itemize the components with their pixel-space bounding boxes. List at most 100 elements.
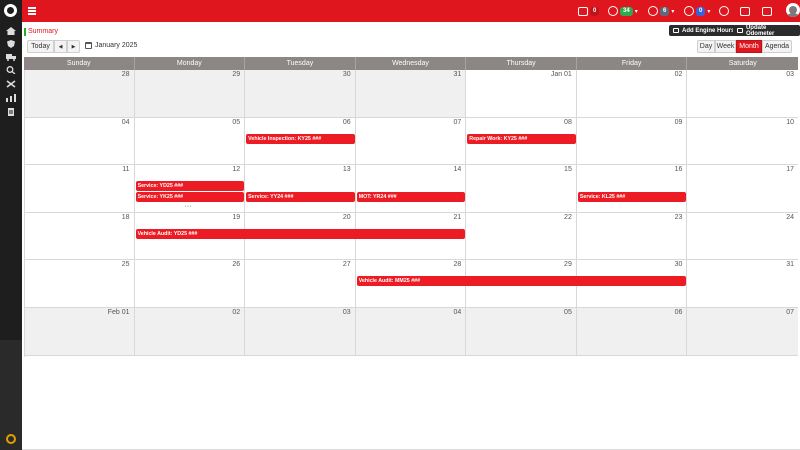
document-icon[interactable] [6,108,16,116]
topbar-messages[interactable]: 34 ▾ [608,5,638,17]
day-cell[interactable]: 06 [576,307,688,355]
shield-icon[interactable] [6,40,16,48]
day-cell[interactable]: 26 [135,260,246,307]
app-logo[interactable] [4,4,17,17]
calendar-event[interactable]: Vehicle Audit: MM25 ### [356,276,687,287]
topbar-help[interactable]: 0 ▾ [684,5,710,17]
show-more-events-link[interactable]: ··· [185,203,192,210]
day-number[interactable]: 02 [232,309,240,316]
calendar-event[interactable]: Vehicle Inspection: KY25 ### [246,133,355,144]
day-number[interactable]: 08 [564,119,572,126]
search-icon[interactable] [6,66,16,74]
day-number[interactable]: Feb 01 [108,309,130,316]
day-cell[interactable]: 09 [577,117,688,165]
day-cell[interactable]: 05 [466,307,577,355]
day-cell[interactable]: 10 [687,118,798,165]
day-number[interactable]: 17 [786,166,794,173]
day-number[interactable]: 19 [232,214,240,221]
day-cell[interactable]: 23 [577,212,688,260]
view-day-button[interactable]: Day [697,40,715,53]
day-number[interactable]: 13 [343,166,351,173]
day-number[interactable]: 23 [675,214,683,221]
day-number[interactable]: Jan 01 [551,71,572,78]
day-cell[interactable]: Feb 01 [24,307,135,355]
day-number[interactable]: 09 [675,119,683,126]
day-number[interactable]: 26 [232,261,240,268]
today-button[interactable]: Today [27,40,54,53]
day-cell[interactable]: 29 [134,70,246,117]
day-cell[interactable]: 18 [24,212,135,260]
add-engine-hours-button[interactable]: Add Engine Hours [669,25,739,36]
day-number[interactable]: 07 [786,309,794,316]
day-number[interactable]: 05 [232,119,240,126]
day-number[interactable]: 27 [343,261,351,268]
view-agenda-button[interactable]: Agenda [762,40,792,53]
day-number[interactable]: 30 [343,71,351,78]
update-odometer-button[interactable]: Update Odometer [733,25,800,37]
view-week-button[interactable]: Week [715,40,736,53]
calendar-event[interactable]: Service: YK25 ### [135,192,245,203]
next-month-button[interactable]: ▶ [67,40,80,53]
day-cell[interactable]: 03 [687,70,798,117]
day-number[interactable]: 28 [122,71,130,78]
day-number[interactable]: 31 [453,71,461,78]
calendar-event[interactable]: Service: KL25 ### [577,192,687,203]
view-month-button[interactable]: Month [736,40,762,53]
day-number[interactable]: 05 [564,309,572,316]
day-cell[interactable]: 27 [245,260,356,307]
day-number[interactable]: 25 [122,261,130,268]
day-number[interactable]: 12 [232,166,240,173]
user-avatar[interactable] [786,3,800,17]
truck-icon[interactable] [6,53,16,61]
day-number[interactable]: 10 [786,119,794,126]
day-number[interactable]: 04 [122,119,130,126]
day-number[interactable]: 28 [453,261,461,268]
day-cell[interactable]: 17 [687,165,798,212]
day-cell[interactable]: 05 [135,117,246,165]
power-icon[interactable] [6,434,16,444]
day-number[interactable]: 31 [786,261,794,268]
day-cell[interactable]: Jan 01 [466,70,577,117]
day-cell[interactable]: 03 [245,307,356,355]
day-cell[interactable]: 15 [466,165,577,212]
day-cell[interactable]: 31 [687,260,798,307]
day-cell[interactable]: 13 [245,165,356,212]
day-number[interactable]: 02 [675,71,683,78]
settings-icon[interactable] [719,5,729,17]
day-number[interactable]: 21 [453,214,461,221]
day-cell[interactable]: 07 [687,307,798,355]
topbar-reminders[interactable]: 6 ▾ [648,5,674,17]
topbar-truck-alerts[interactable]: 0 [578,5,600,17]
lock-icon[interactable] [762,5,772,17]
day-number[interactable]: 11 [122,166,129,173]
day-cell[interactable]: 11 [24,165,135,212]
calendar-event[interactable]: Service: YY24 ### [246,192,355,203]
video-icon[interactable] [740,5,750,17]
day-number[interactable]: 03 [786,71,794,78]
day-number[interactable]: 04 [453,309,461,316]
day-cell[interactable]: 14 [356,165,467,212]
day-cell[interactable]: 28 [24,70,135,117]
day-number[interactable]: 22 [564,214,572,221]
calendar-event[interactable]: MOT: YR24 ### [356,192,466,203]
calendar-event[interactable]: Service: YD25 ### [135,181,245,192]
chart-icon[interactable] [6,94,16,102]
day-cell[interactable]: 16 [577,165,688,212]
wrench-icon[interactable] [6,80,16,88]
menu-icon[interactable] [28,7,36,15]
day-number[interactable]: 20 [343,214,351,221]
home-icon[interactable] [6,27,16,35]
day-cell[interactable]: 04 [24,117,135,165]
day-number[interactable]: 30 [675,261,683,268]
calendar-event[interactable]: Vehicle Audit: YD25 ### [135,228,466,239]
day-number[interactable]: 07 [453,119,461,126]
prev-month-button[interactable]: ◀ [54,40,67,53]
day-number[interactable]: 16 [675,166,683,173]
summary-link[interactable]: Summary [24,28,58,36]
day-cell[interactable]: 25 [24,260,135,307]
day-cell[interactable]: 07 [356,117,467,165]
day-cell[interactable]: 24 [687,213,798,260]
day-number[interactable]: 06 [675,309,683,316]
day-number[interactable]: 24 [786,214,794,221]
day-cell[interactable]: 31 [355,70,467,117]
